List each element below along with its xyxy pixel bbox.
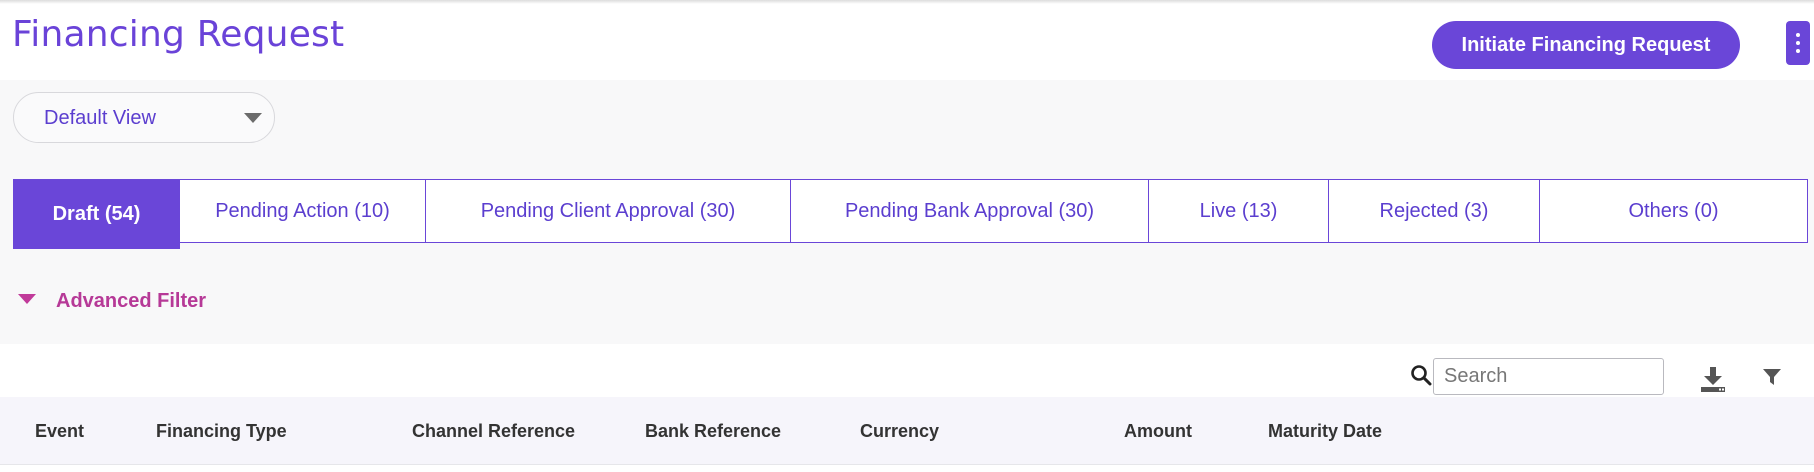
- status-tabs: Draft (54) Pending Action (10) Pending C…: [13, 179, 1808, 249]
- search-icon[interactable]: [1409, 363, 1433, 387]
- caret-down-icon: [244, 113, 262, 123]
- kebab-dot: [1796, 41, 1800, 45]
- column-header-amount[interactable]: Amount: [1124, 421, 1192, 442]
- more-options-kebab-icon[interactable]: [1786, 21, 1810, 65]
- kebab-dot: [1796, 33, 1800, 37]
- kebab-dot: [1796, 49, 1800, 53]
- download-icon[interactable]: [1698, 364, 1728, 394]
- advanced-filter-label: Advanced Filter: [56, 290, 207, 312]
- tab-live[interactable]: Live (13): [1149, 179, 1329, 243]
- tab-pending-bank-approval[interactable]: Pending Bank Approval (30): [791, 179, 1149, 243]
- tab-draft[interactable]: Draft (54): [13, 179, 180, 249]
- table-header: Event Financing Type Channel Reference B…: [0, 397, 1814, 465]
- top-shadow: [0, 0, 1814, 4]
- tab-pending-action[interactable]: Pending Action (10): [180, 179, 426, 243]
- view-selector-label: Default View: [44, 107, 156, 129]
- tab-others[interactable]: Others (0): [1540, 179, 1808, 243]
- column-header-event[interactable]: Event: [35, 421, 84, 442]
- tab-rejected[interactable]: Rejected (3): [1329, 179, 1540, 243]
- filter-icon[interactable]: [1762, 367, 1782, 387]
- caret-down-icon: [18, 293, 36, 304]
- search-input[interactable]: [1433, 358, 1664, 395]
- advanced-filter-toggle[interactable]: Advanced Filter: [18, 290, 206, 313]
- column-header-channel-reference[interactable]: Channel Reference: [412, 421, 575, 442]
- view-selector-dropdown[interactable]: Default View: [13, 92, 275, 143]
- column-header-bank-reference[interactable]: Bank Reference: [645, 421, 781, 442]
- column-header-currency[interactable]: Currency: [860, 421, 939, 442]
- column-header-maturity-date[interactable]: Maturity Date: [1268, 421, 1382, 442]
- tab-pending-client-approval[interactable]: Pending Client Approval (30): [426, 179, 791, 243]
- initiate-financing-request-button[interactable]: Initiate Financing Request: [1432, 21, 1740, 69]
- page-title: Financing Request: [12, 14, 345, 55]
- column-header-financing-type[interactable]: Financing Type: [156, 421, 287, 442]
- financing-request-page: Financing Request Initiate Financing Req…: [0, 0, 1814, 472]
